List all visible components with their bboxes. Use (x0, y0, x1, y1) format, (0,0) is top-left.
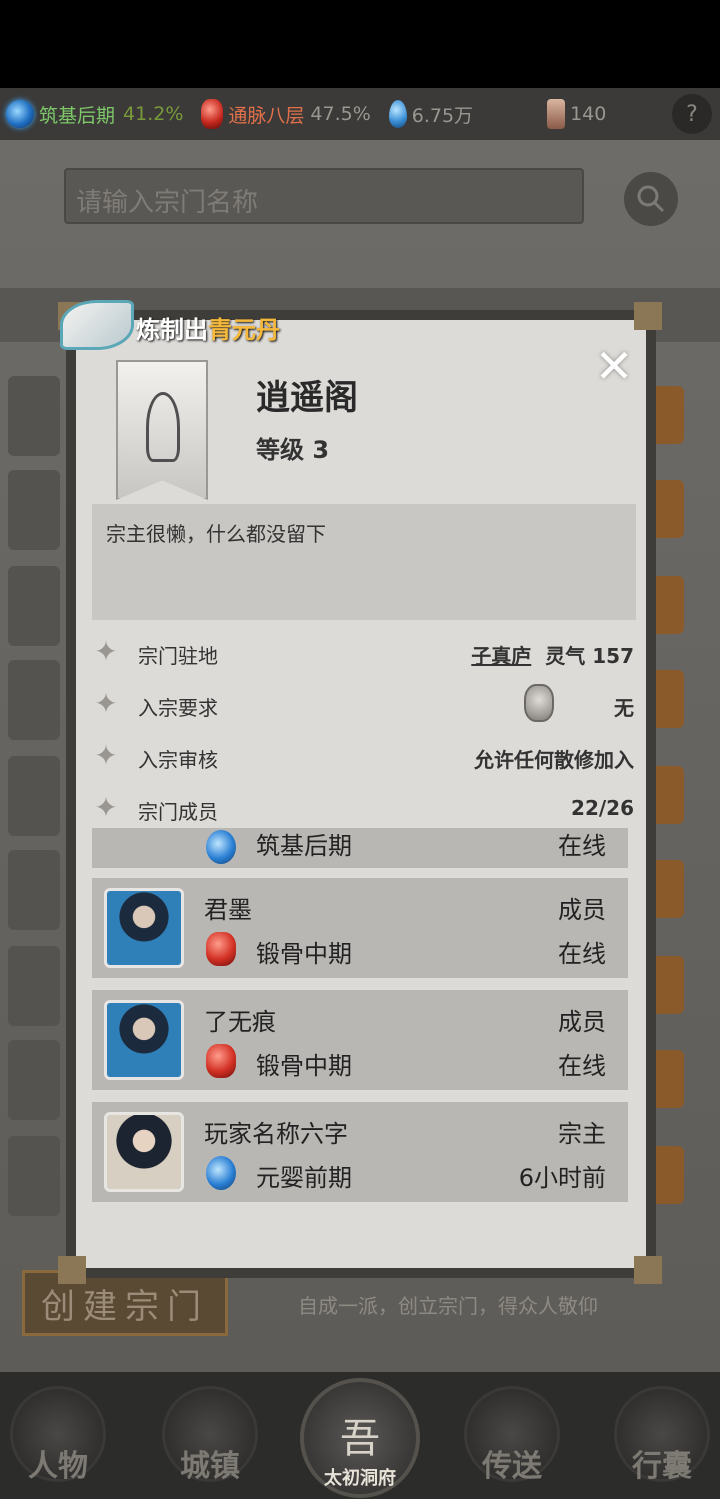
info-row-location: ✦ 宗门驻地 子真庐 灵气 157 (76, 626, 646, 678)
member-realm: 元婴前期 (256, 1164, 352, 1192)
search-button[interactable] (624, 172, 678, 226)
spirit-stones-stat[interactable]: 6.75万 (388, 100, 474, 128)
modal-corner (634, 302, 662, 330)
info-row-requirement: ✦ 入宗要求 无 (76, 678, 646, 730)
member-status: 在线 (558, 940, 606, 968)
red-gem-icon (201, 99, 224, 129)
meridian-label: 通脉八层 (228, 104, 305, 127)
meridian-stat[interactable]: 通脉八层 47.5% (201, 99, 371, 129)
cultivation-label: 筑基后期 (39, 104, 116, 127)
info-value: 22/26 (571, 796, 634, 820)
member-role: 宗主 (558, 1120, 606, 1148)
member-name: 了无痕 (204, 1008, 276, 1036)
member-realm: 锻骨中期 (256, 940, 352, 968)
info-value: 允许任何散修加入 (474, 748, 634, 772)
star-icon: ✦ (94, 739, 118, 772)
info-label: 入宗审核 (138, 748, 218, 772)
sect-motto: 宗主很懒，什么都没留下 (92, 504, 636, 620)
requirement-badge-icon (524, 684, 554, 722)
nav-center-label: 太初洞府 (324, 1468, 396, 1489)
member-name: 玩家名称六字 (204, 1120, 348, 1148)
nav-character[interactable]: 人物 (10, 1386, 106, 1484)
info-label: 宗门成员 (138, 800, 218, 824)
cave-glyph-icon: 吾 (340, 1416, 380, 1462)
scrolls-stat[interactable]: 140 (547, 99, 606, 129)
nav-label: 城镇 (180, 1449, 240, 1484)
help-button[interactable]: ? (672, 94, 712, 134)
scrolls-value: 140 (570, 103, 607, 125)
nav-teleport[interactable]: 传送 (464, 1386, 560, 1484)
realm-orb-icon (206, 1156, 236, 1190)
spirit-stones-value: 6.75万 (411, 104, 474, 127)
realm-orb-icon (206, 830, 236, 864)
scroll-icon (547, 99, 566, 129)
location-link[interactable]: 子真庐 (471, 644, 531, 668)
cultivation-percent: 41.2% (123, 103, 184, 125)
sect-banner-icon (116, 360, 208, 500)
spirit-energy-value: 灵气 157 (545, 644, 634, 668)
info-label: 宗门驻地 (138, 644, 218, 668)
status-bar: 筑基后期 41.2% 通脉八层 47.5% 6.75万 140 ? (0, 88, 720, 140)
member-row[interactable]: 了无痕 成员 锻骨中期 在线 (92, 990, 628, 1090)
member-row[interactable]: 玩家名称六字 宗主 元婴前期 6小时前 (92, 1102, 628, 1202)
crafting-toast: 炼制出青元丹 (60, 290, 380, 360)
member-realm: 筑基后期 (256, 832, 352, 860)
sect-name: 逍遥阁 (256, 378, 358, 418)
member-row[interactable]: 筑基后期 在线 (92, 828, 628, 868)
sect-emblem-icon (146, 392, 180, 462)
star-icon: ✦ (94, 635, 118, 668)
modal-corner (634, 1256, 662, 1284)
close-button[interactable]: ✕ (592, 343, 636, 390)
member-role: 成员 (558, 1008, 606, 1036)
toast-highlight: 青元丹 (208, 316, 280, 344)
toast-message: 炼制出青元丹 (136, 310, 280, 345)
avatar (104, 1112, 184, 1192)
nav-bag[interactable]: 行囊 (614, 1386, 710, 1484)
bottom-nav: 人物 城镇 吾 太初洞府 传送 行囊 (0, 1372, 720, 1499)
create-sect-button[interactable]: 创建宗门 (22, 1270, 228, 1336)
horn-icon (60, 300, 134, 350)
blue-drop-icon (388, 100, 407, 128)
member-role: 成员 (558, 896, 606, 924)
create-sect-desc: 自成一派，创立宗门，得众人敬仰 (298, 1294, 598, 1318)
toast-prefix: 炼制出 (136, 316, 208, 344)
member-status: 6小时前 (518, 1164, 606, 1192)
info-value: 无 (614, 696, 634, 720)
info-row-members: ✦ 宗门成员 22/26 (76, 782, 646, 834)
member-status: 在线 (558, 832, 606, 860)
member-name: 君墨 (204, 896, 252, 924)
meridian-percent: 47.5% (310, 103, 371, 125)
member-row[interactable]: 君墨 成员 锻骨中期 在线 (92, 878, 628, 978)
info-label: 入宗要求 (138, 696, 218, 720)
avatar (104, 888, 184, 968)
nav-label: 传送 (482, 1449, 542, 1484)
nav-cave-residence[interactable]: 吾 太初洞府 (300, 1378, 420, 1498)
info-row-review: ✦ 入宗审核 允许任何散修加入 (76, 730, 646, 782)
star-icon: ✦ (94, 687, 118, 720)
nav-label: 人物 (28, 1449, 88, 1484)
member-realm: 锻骨中期 (256, 1052, 352, 1080)
search-input[interactable]: 请输入宗门名称 (64, 168, 584, 224)
avatar (104, 1000, 184, 1080)
member-status: 在线 (558, 1052, 606, 1080)
realm-gem-icon (206, 932, 236, 966)
sect-detail-modal: 逍遥阁 等级 3 ✕ 宗主很懒，什么都没留下 ✦ 宗门驻地 子真庐 灵气 157 … (66, 310, 656, 1278)
nav-label: 行囊 (632, 1449, 692, 1484)
cultivation-stat[interactable]: 筑基后期 41.2% (6, 100, 183, 128)
info-value: 子真庐 灵气 157 (471, 640, 634, 669)
search-icon (637, 185, 665, 213)
blue-orb-icon (6, 100, 34, 128)
star-icon: ✦ (94, 791, 118, 824)
sect-level: 等级 3 (256, 436, 330, 464)
realm-gem-icon (206, 1044, 236, 1078)
modal-corner (58, 1256, 86, 1284)
nav-town[interactable]: 城镇 (162, 1386, 258, 1484)
